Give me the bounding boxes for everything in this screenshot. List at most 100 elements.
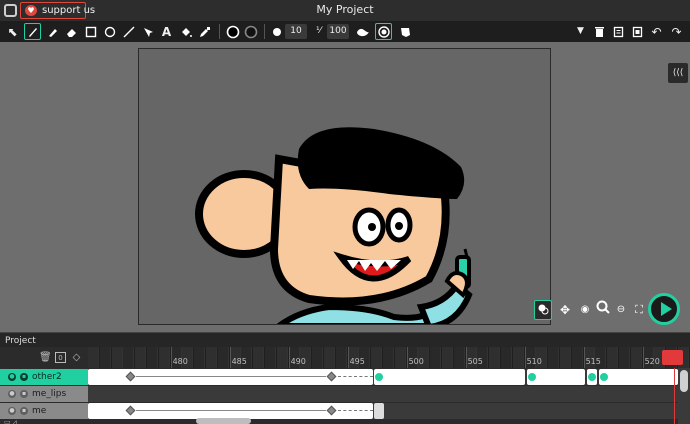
ruler-frame-cell[interactable] [560,347,571,368]
ruler-frame-cell[interactable] [253,347,265,368]
visibility-icon[interactable]: ● [8,373,16,381]
ruler-frame-cell[interactable] [501,347,512,368]
keyframe-dot[interactable] [600,373,608,381]
ruler-frame-cell[interactable] [217,347,229,368]
brush-size-field[interactable]: 10 [285,24,307,39]
keyframe-dot[interactable] [588,373,596,381]
ruler-frame-cell[interactable] [123,347,135,368]
character-illustration [195,127,473,324]
stroke-color-icon[interactable] [224,23,241,40]
select-icon[interactable]: ⬉ [4,23,21,40]
ruler-major-tick [288,347,290,368]
ruler-frame-cell[interactable] [619,347,630,368]
brush-icon[interactable] [24,23,41,40]
undo-icon[interactable]: ↶ [648,23,665,40]
redo-icon[interactable]: ↷ [668,23,685,40]
eraser-icon[interactable] [63,23,80,40]
zoom-out-icon[interactable]: ⊖ [612,300,630,320]
fit-screen-icon[interactable]: ⛶ [630,300,648,320]
ruler-label: 490 [290,357,306,366]
ruler-frame-cell[interactable] [194,347,206,368]
ruler-frame-cell[interactable] [276,347,288,368]
artboard[interactable] [138,48,551,325]
dropdown-icon[interactable]: ▼ [572,23,589,40]
ruler-label: 510 [526,357,542,366]
onion-skin-icon[interactable] [375,23,392,40]
mask-icon[interactable] [396,23,413,40]
lock-icon[interactable]: ▪ [20,373,28,381]
ruler-frame-cell[interactable] [147,347,158,368]
ruler-major-tick [406,347,408,368]
visibility-icon[interactable]: ● [8,390,16,398]
ruler-frame-cell[interactable] [571,347,583,368]
vertical-scrollbar[interactable] [678,368,690,424]
ruler-frame-cell[interactable] [111,347,123,368]
frame-segment[interactable] [374,369,525,385]
trash-icon[interactable] [591,23,608,40]
center-view-icon[interactable]: ◉ [576,300,594,320]
ruler-frame-cell[interactable] [394,347,406,368]
ruler-frame-cell[interactable] [548,347,560,368]
add-layer-icon[interactable]: 0 [55,352,66,363]
horizontal-scrollbar[interactable] [196,418,251,424]
ruler-frame-cell[interactable] [489,347,501,368]
ruler-frame-cell[interactable] [335,347,347,368]
ruler-frame-cell[interactable] [442,347,453,368]
node-edit-icon[interactable] [139,23,156,40]
ruler-frame-cell[interactable] [158,347,170,368]
ruler-frame-cell[interactable] [430,347,442,368]
ruler-frame-cell[interactable] [607,347,619,368]
timeline-ruler[interactable]: 480 485 490 495 500 505 510 515 520 [88,347,690,368]
layer-row-other2[interactable]: ● ▪ other2 [0,369,88,385]
ruler-frame-cell[interactable] [265,347,276,368]
copy-icon[interactable] [610,23,627,40]
onion-view-icon[interactable] [534,300,552,320]
visibility-icon[interactable]: ● [8,407,16,415]
layer-row-me-lips[interactable]: ● ▪ me_lips [0,386,88,402]
ruler-frame-cell[interactable] [371,347,383,368]
ruler-frame-cell[interactable] [206,347,217,368]
ruler-frame-cell[interactable] [630,347,642,368]
rectangle-icon[interactable] [82,23,99,40]
playhead-handle[interactable] [662,350,683,365]
ruler-frame-cell[interactable] [324,347,335,368]
smooth-icon[interactable] [354,23,371,40]
layer-row-me[interactable]: ● ▪ me [0,403,88,419]
keyframe-icon[interactable]: ◇ [71,352,82,363]
keyframe-dot[interactable] [528,373,536,381]
tween-line [338,410,373,411]
text-icon[interactable]: A [158,23,175,40]
lock-icon[interactable]: ▪ [20,407,28,415]
ruler-frame-cell[interactable] [383,347,394,368]
track-me-lips[interactable] [88,386,678,402]
pen-icon[interactable] [44,23,61,40]
ruler-label: 520 [644,357,660,366]
move-view-icon[interactable]: ✥ [556,300,574,320]
play-button[interactable] [648,293,680,325]
keyframe-dot[interactable] [375,373,383,381]
fill-icon[interactable] [177,23,194,40]
collapse-panel-icon[interactable]: ⟨⟨⟨ [668,63,688,83]
ruler-frame-cell[interactable] [453,347,465,368]
ruler-frame-cell[interactable] [512,347,524,368]
zoom-in-icon[interactable] [594,300,612,320]
delete-layer-icon[interactable]: 🗑 [39,352,52,363]
ruler-frame-cell[interactable] [135,347,147,368]
scroll-thumb[interactable] [680,370,688,392]
track-me[interactable] [88,403,678,419]
lock-icon[interactable]: ▪ [20,390,28,398]
line-icon[interactable] [120,23,137,40]
fill-color-icon[interactable] [242,23,259,40]
track-other2[interactable] [88,369,678,385]
frame-segment[interactable] [599,369,678,385]
tab-project[interactable]: Project [2,334,39,348]
ruler-label: 515 [585,357,601,366]
opacity-field[interactable]: 100 [327,24,349,39]
ruler-frame-cell[interactable] [312,347,324,368]
ellipse-icon[interactable] [101,23,118,40]
frame-segment[interactable] [374,403,384,419]
ruler-frame-cell[interactable] [88,347,99,368]
ruler-frame-cell[interactable] [99,347,111,368]
eyedropper-icon[interactable] [196,23,213,40]
paste-icon[interactable] [629,23,646,40]
